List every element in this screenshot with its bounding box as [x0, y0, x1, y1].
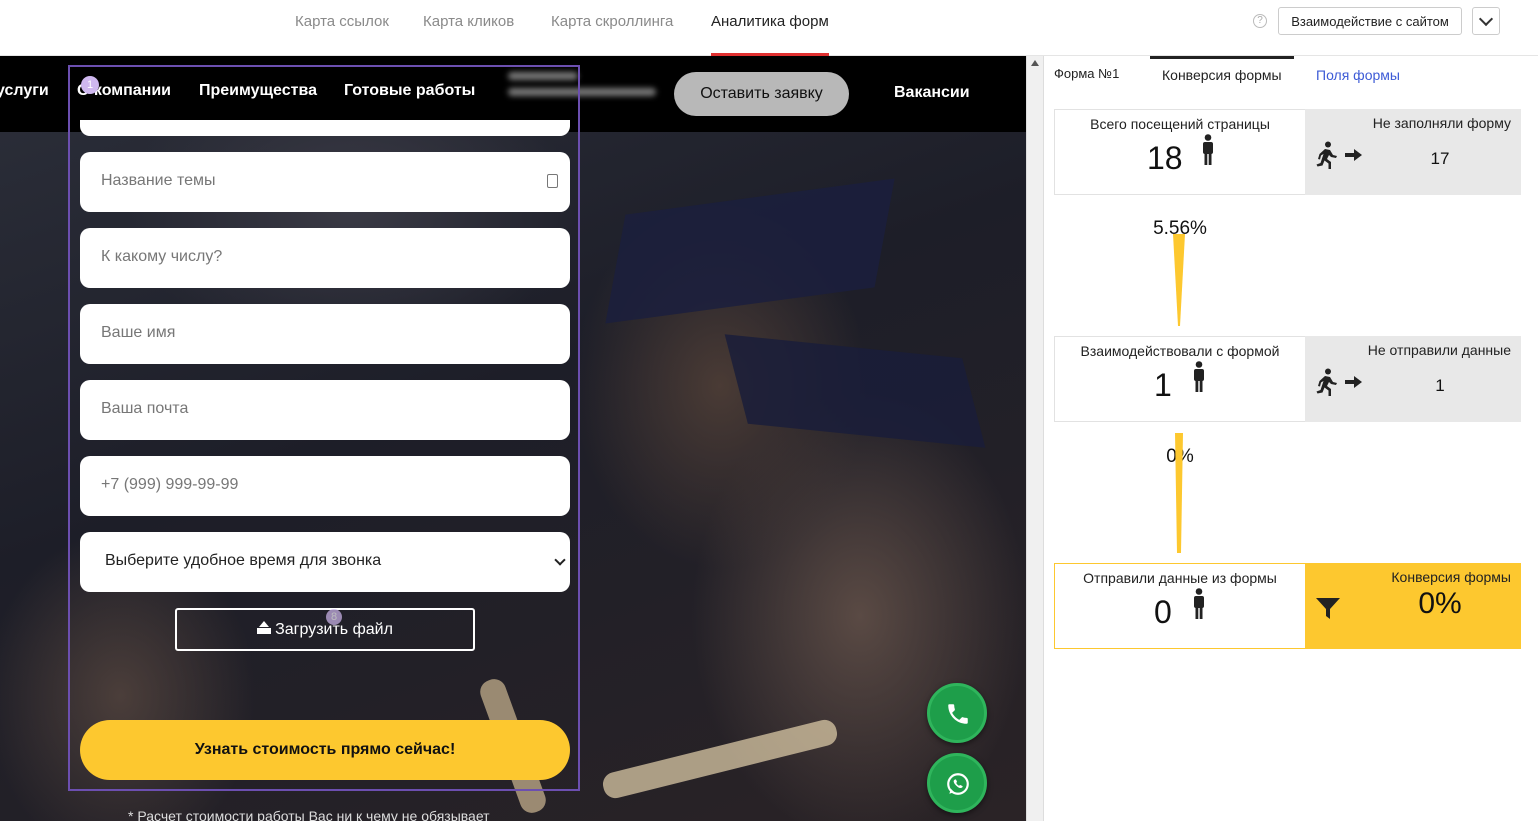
tab-form-analytics[interactable]: Аналитика форм: [711, 0, 829, 56]
upload-file-button[interactable]: Загрузить файл: [175, 608, 475, 651]
nav-link-services[interactable]: услуги: [0, 82, 49, 100]
top-toolbar: Карта ссылок Карта кликов Карта скроллин…: [0, 0, 1538, 56]
not-filled-label: Не заполняли форму: [1372, 115, 1511, 131]
phone-input[interactable]: +7 (999) 999-99-99: [80, 456, 570, 516]
person-icon: [1203, 134, 1213, 165]
call-time-selected: Выберите удобное время для звонка: [105, 552, 382, 569]
field-number-badge: 1: [81, 76, 99, 94]
form-conversion-label: Конверсия формы: [1391, 569, 1511, 585]
call-time-select[interactable]: Выберите удобное время для звонка: [80, 532, 570, 592]
field-number-badge: 8: [326, 609, 342, 625]
site-preview: услуги О компании Преимущества Готовые р…: [0, 56, 1026, 821]
interact-with-site-button[interactable]: Взаимодействие с сайтом: [1278, 7, 1462, 35]
chevron-down-icon: [554, 554, 566, 566]
form-conversion-value: 0%: [1418, 587, 1462, 620]
contact-card-icon: [547, 174, 558, 188]
get-price-button[interactable]: Узнать стоимость прямо сейчас!: [80, 720, 570, 780]
not-sent-value: 1: [1435, 376, 1445, 395]
topic-input[interactable]: Название темы: [80, 152, 570, 212]
not-filled-card: Не заполняли форму 17: [1305, 109, 1521, 195]
whatsapp-icon: [947, 773, 969, 795]
nav-link-vacancies[interactable]: Вакансии: [894, 84, 970, 102]
person-icon: [1194, 361, 1204, 392]
submitted-card: Отправили данные из формы 0: [1054, 563, 1306, 649]
person-icon: [1194, 588, 1204, 619]
tab-link-map[interactable]: Карта ссылок: [295, 0, 389, 56]
interacted-label: Взаимодействовали с формой: [1080, 343, 1280, 359]
conversion-drop-bar: [1173, 234, 1185, 326]
interacted-card: Взаимодействовали с формой 1: [1054, 336, 1306, 422]
phone-call-button[interactable]: [927, 683, 987, 743]
not-sent-card: Не отправили данные 1: [1305, 336, 1521, 422]
form-field-partial[interactable]: [80, 120, 570, 136]
whatsapp-button[interactable]: [927, 753, 987, 813]
not-sent-label: Не отправили данные: [1367, 342, 1511, 358]
background-photo-graduates: [724, 334, 986, 448]
conversion-drop-bar: [1175, 433, 1183, 553]
interacted-value: 1: [1154, 367, 1172, 403]
phone-placeholder: +7 (999) 999-99-99: [101, 476, 239, 493]
phone-icon: [948, 704, 968, 724]
submitted-value: 0: [1154, 594, 1172, 630]
leave-request-button[interactable]: Оставить заявку: [674, 72, 849, 116]
tab-form-fields[interactable]: Поля формы: [1316, 67, 1400, 83]
help-icon[interactable]: ?: [1253, 14, 1267, 28]
form-conversion-card: Конверсия формы 0%: [1305, 563, 1521, 649]
deadline-placeholder: К какому числу?: [101, 248, 223, 265]
page-visits-value: 18: [1147, 140, 1183, 176]
name-placeholder: Ваше имя: [101, 324, 176, 341]
name-input[interactable]: Ваше имя: [80, 304, 570, 364]
scrollbar[interactable]: [1026, 56, 1044, 821]
background-photo-graduates: [605, 178, 895, 324]
not-filled-value: 17: [1430, 149, 1450, 168]
email-input[interactable]: Ваша почта: [80, 380, 570, 440]
tab-form-conversion[interactable]: Конверсия формы: [1150, 56, 1294, 83]
form-name-label[interactable]: Форма №1: [1054, 66, 1119, 81]
email-placeholder: Ваша почта: [101, 400, 189, 417]
page-visits-label: Всего посещений страницы: [1090, 116, 1270, 132]
deadline-input[interactable]: К какому числу?: [80, 228, 570, 288]
disclaimer-text: * Расчет стоимости работы Вас ни к чему …: [128, 808, 490, 821]
chevron-down-icon[interactable]: [1472, 7, 1500, 35]
tab-scroll-map[interactable]: Карта скроллинга: [551, 0, 673, 56]
page-visits-card: Всего посещений страницы 18: [1054, 109, 1306, 195]
upload-icon: [257, 620, 272, 635]
topic-placeholder: Название темы: [101, 172, 216, 189]
tab-click-map[interactable]: Карта кликов: [423, 0, 514, 56]
background-photo-graduates: [600, 717, 840, 801]
submitted-label: Отправили данные из формы: [1083, 570, 1277, 586]
